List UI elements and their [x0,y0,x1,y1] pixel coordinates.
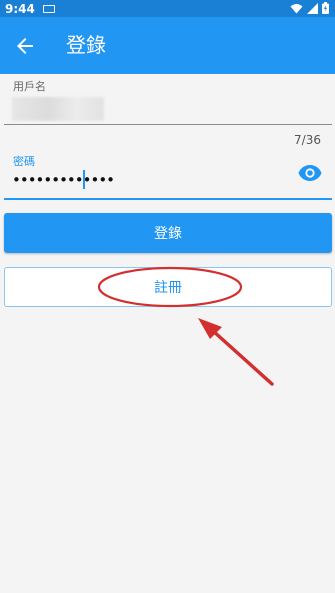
battery-icon [322,2,329,14]
username-field-redacted[interactable] [12,97,104,121]
register-button[interactable]: 註冊 [4,267,332,307]
page-title: 登錄 [66,33,106,57]
username-underline [4,124,332,125]
password-label: 密碼 [13,155,35,168]
back-arrow-icon[interactable] [13,34,37,58]
visibility-eye-icon[interactable] [298,164,322,182]
status-bar: 9:44 [0,0,335,17]
status-icons [290,2,329,14]
password-underline [4,198,332,200]
wifi-icon [290,3,303,13]
keyboard-icon [42,4,55,13]
password-field[interactable]: ••••••••••••• [12,170,115,190]
cellular-signal-icon [307,2,318,14]
login-button[interactable]: 登錄 [4,213,332,253]
annotation-arrow-line [210,328,274,386]
status-time: 9:44 [5,1,35,16]
app-bar: 登錄 [0,17,335,74]
text-cursor [83,170,85,189]
char-counter: 7/36 [294,133,321,147]
annotation-arrow-head [198,318,222,339]
username-label: 用戶名 [13,80,46,93]
